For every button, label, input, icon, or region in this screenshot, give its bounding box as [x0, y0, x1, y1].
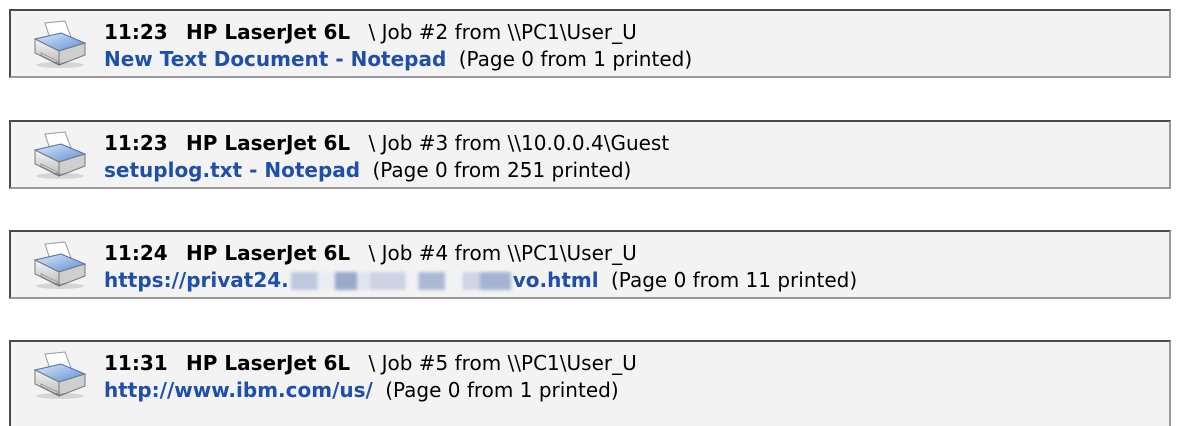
document-title[interactable]: New Text Document - Notepad [104, 47, 446, 71]
job-document-line: setuplog.txt - Notepad (Page 0 from 251 … [104, 157, 631, 183]
job-time: 11:24 [104, 241, 168, 265]
job-header: 11:23 HP LaserJet 6L \ Job #3 from \\10.… [104, 130, 669, 156]
print-job-row[interactable]: 11:23 HP LaserJet 6L \ Job #2 from \\PC1… [9, 9, 1171, 78]
job-info: \ Job #2 from \\PC1\User_U [368, 20, 637, 44]
job-header: 11:24 HP LaserJet 6L \ Job #4 from \\PC1… [104, 240, 637, 266]
printer-icon [31, 350, 89, 400]
print-job-row[interactable]: 11:31 HP LaserJet 6L \ Job #5 from \\PC1… [9, 340, 1171, 426]
job-document-line: New Text Document - Notepad (Page 0 from… [104, 46, 692, 72]
job-info: \ Job #3 from \\10.0.0.4\Guest [368, 131, 670, 155]
job-info: \ Job #5 from \\PC1\User_U [368, 351, 637, 375]
page-status: (Page 0 from 1 printed) [458, 47, 693, 71]
printer-name: HP LaserJet 6L [186, 131, 351, 155]
job-info: \ Job #4 from \\PC1\User_U [368, 241, 637, 265]
printer-icon [31, 240, 89, 290]
print-job-row[interactable]: 11:24 HP LaserJet 6L \ Job #4 from \\PC1… [9, 230, 1171, 299]
page-status: (Page 0 from 1 printed) [385, 378, 619, 402]
document-url-end: vo.html [512, 268, 599, 292]
printer-icon [31, 19, 89, 69]
job-time: 11:31 [104, 351, 168, 375]
printer-name: HP LaserJet 6L [186, 20, 351, 44]
page-status: (Page 0 from 251 printed) [372, 158, 632, 182]
document-url-start: https://privat24. [104, 268, 289, 292]
printer-name: HP LaserJet 6L [186, 351, 351, 375]
printer-name: HP LaserJet 6L [186, 241, 351, 265]
redacted-url-segment [290, 272, 511, 290]
job-header: 11:31 HP LaserJet 6L \ Job #5 from \\PC1… [104, 350, 637, 376]
document-title[interactable]: https://privat24. vo.html [104, 268, 599, 292]
job-time: 11:23 [104, 20, 168, 44]
job-document-line: http://www.ibm.com/us/ (Page 0 from 1 pr… [104, 377, 619, 403]
job-document-line: https://privat24. vo.html (Page 0 from 11… [104, 267, 857, 293]
job-header: 11:23 HP LaserJet 6L \ Job #2 from \\PC1… [104, 19, 637, 45]
document-title[interactable]: http://www.ibm.com/us/ [104, 378, 373, 402]
printer-icon [31, 130, 89, 180]
page-status: (Page 0 from 11 printed) [610, 268, 858, 292]
job-time: 11:23 [104, 131, 168, 155]
document-title[interactable]: setuplog.txt - Notepad [104, 158, 360, 182]
print-job-row[interactable]: 11:23 HP LaserJet 6L \ Job #3 from \\10.… [9, 120, 1171, 189]
